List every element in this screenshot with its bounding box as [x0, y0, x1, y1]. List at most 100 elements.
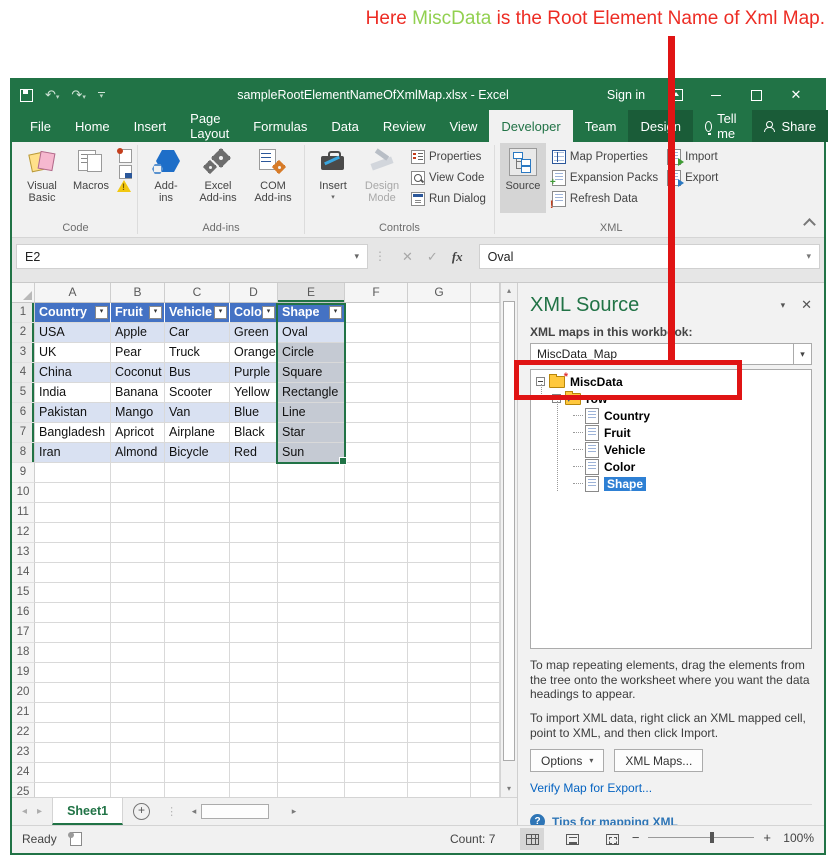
cell-B3[interactable]: Pear — [111, 343, 165, 363]
column-header-F[interactable]: F — [345, 283, 408, 302]
cell-C8[interactable]: Bicycle — [165, 443, 230, 463]
cell-B8[interactable]: Almond — [111, 443, 165, 463]
cell-F14[interactable] — [345, 563, 408, 583]
cell-C21[interactable] — [165, 703, 230, 723]
ribbon-display-options-button[interactable] — [656, 80, 696, 110]
cell-G13[interactable] — [408, 543, 471, 563]
column-header-partial[interactable] — [471, 283, 500, 302]
cell-H21[interactable] — [471, 703, 500, 723]
row-header-22[interactable]: 22 — [12, 723, 35, 743]
cell-D24[interactable] — [230, 763, 278, 783]
cell-G24[interactable] — [408, 763, 471, 783]
cell-C3[interactable]: Truck — [165, 343, 230, 363]
tab-insert[interactable]: Insert — [122, 110, 179, 142]
new-sheet-button[interactable]: + — [133, 798, 150, 825]
cell-A15[interactable] — [35, 583, 111, 603]
cell-E17[interactable] — [278, 623, 345, 643]
cell-G20[interactable] — [408, 683, 471, 703]
cell-E19[interactable] — [278, 663, 345, 683]
normal-view-button[interactable] — [520, 828, 544, 850]
cell-G1[interactable] — [408, 303, 471, 323]
horizontal-scroll-thumb[interactable] — [201, 804, 269, 819]
cell-A11[interactable] — [35, 503, 111, 523]
cell-B18[interactable] — [111, 643, 165, 663]
cell-F18[interactable] — [345, 643, 408, 663]
cell-E22[interactable] — [278, 723, 345, 743]
cell-E20[interactable] — [278, 683, 345, 703]
row-header-13[interactable]: 13 — [12, 543, 35, 563]
cell-B2[interactable]: Apple — [111, 323, 165, 343]
tab-design[interactable]: Design — [628, 110, 692, 142]
cell-E21[interactable] — [278, 703, 345, 723]
cell-B15[interactable] — [111, 583, 165, 603]
pane-options-icon[interactable]: ▾ — [781, 300, 786, 311]
cell-E25[interactable] — [278, 783, 345, 797]
cell-A6[interactable]: Pakistan — [35, 403, 111, 423]
cell-G14[interactable] — [408, 563, 471, 583]
insert-function-button[interactable]: fx — [452, 249, 463, 265]
cell-D8[interactable]: Red — [230, 443, 278, 463]
column-header-G[interactable]: G — [408, 283, 471, 302]
cell-E18[interactable] — [278, 643, 345, 663]
cell-H7[interactable] — [471, 423, 500, 443]
cell-D18[interactable] — [230, 643, 278, 663]
tab-home[interactable]: Home — [63, 110, 122, 142]
cell-G9[interactable] — [408, 463, 471, 483]
cell-H3[interactable] — [471, 343, 500, 363]
cell-A21[interactable] — [35, 703, 111, 723]
cell-A8[interactable]: Iran — [35, 443, 111, 463]
tree-item-vehicle[interactable]: Vehicle — [531, 441, 811, 458]
cell-D19[interactable] — [230, 663, 278, 683]
row-header-1[interactable]: 1 — [12, 303, 35, 323]
cell-H18[interactable] — [471, 643, 500, 663]
cancel-entry-button[interactable]: ✕ — [402, 249, 413, 265]
cell-H17[interactable] — [471, 623, 500, 643]
tab-view[interactable]: View — [437, 110, 489, 142]
cell-D17[interactable] — [230, 623, 278, 643]
cell-C13[interactable] — [165, 543, 230, 563]
expansion-packs-button[interactable]: +Expansion Packs — [549, 168, 661, 188]
map-properties-button[interactable]: Map Properties — [549, 147, 661, 167]
cell-D21[interactable] — [230, 703, 278, 723]
cell-C16[interactable] — [165, 603, 230, 623]
tab-tell-me[interactable]: Tell me — [693, 110, 753, 142]
cell-F25[interactable] — [345, 783, 408, 797]
cell-A13[interactable] — [35, 543, 111, 563]
cell-F12[interactable] — [345, 523, 408, 543]
row-header-20[interactable]: 20 — [12, 683, 35, 703]
cell-D9[interactable] — [230, 463, 278, 483]
cell-D6[interactable]: Blue — [230, 403, 278, 423]
cell-G10[interactable] — [408, 483, 471, 503]
cell-C9[interactable] — [165, 463, 230, 483]
row-header-3[interactable]: 3 — [12, 343, 35, 363]
row-header-12[interactable]: 12 — [12, 523, 35, 543]
cell-A2[interactable]: USA — [35, 323, 111, 343]
cell-C24[interactable] — [165, 763, 230, 783]
pane-close-icon[interactable]: ✕ — [801, 297, 812, 313]
cell-F22[interactable] — [345, 723, 408, 743]
tab-review[interactable]: Review — [371, 110, 438, 142]
cell-D7[interactable]: Black — [230, 423, 278, 443]
cell-H9[interactable] — [471, 463, 500, 483]
name-box[interactable]: E2 ▾ — [16, 244, 368, 269]
row-header-5[interactable]: 5 — [12, 383, 35, 403]
column-header-E[interactable]: E — [278, 283, 345, 302]
cell-C5[interactable]: Scooter — [165, 383, 230, 403]
cell-H2[interactable] — [471, 323, 500, 343]
cell-A20[interactable] — [35, 683, 111, 703]
cell-B11[interactable] — [111, 503, 165, 523]
cell-E7[interactable]: Star — [278, 423, 345, 443]
cell-A16[interactable] — [35, 603, 111, 623]
cell-D5[interactable]: Yellow — [230, 383, 278, 403]
tab-data[interactable]: Data — [319, 110, 370, 142]
excel-addins-button[interactable]: ExcelAdd-ins — [192, 143, 244, 213]
cell-H25[interactable] — [471, 783, 500, 797]
cell-B23[interactable] — [111, 743, 165, 763]
cell-B20[interactable] — [111, 683, 165, 703]
cell-E16[interactable] — [278, 603, 345, 623]
cell-D16[interactable] — [230, 603, 278, 623]
cell-B6[interactable]: Mango — [111, 403, 165, 423]
sign-in-button[interactable]: Sign in — [596, 80, 656, 110]
cell-F16[interactable] — [345, 603, 408, 623]
cell-C1[interactable]: Vehicle▾ — [165, 303, 230, 323]
